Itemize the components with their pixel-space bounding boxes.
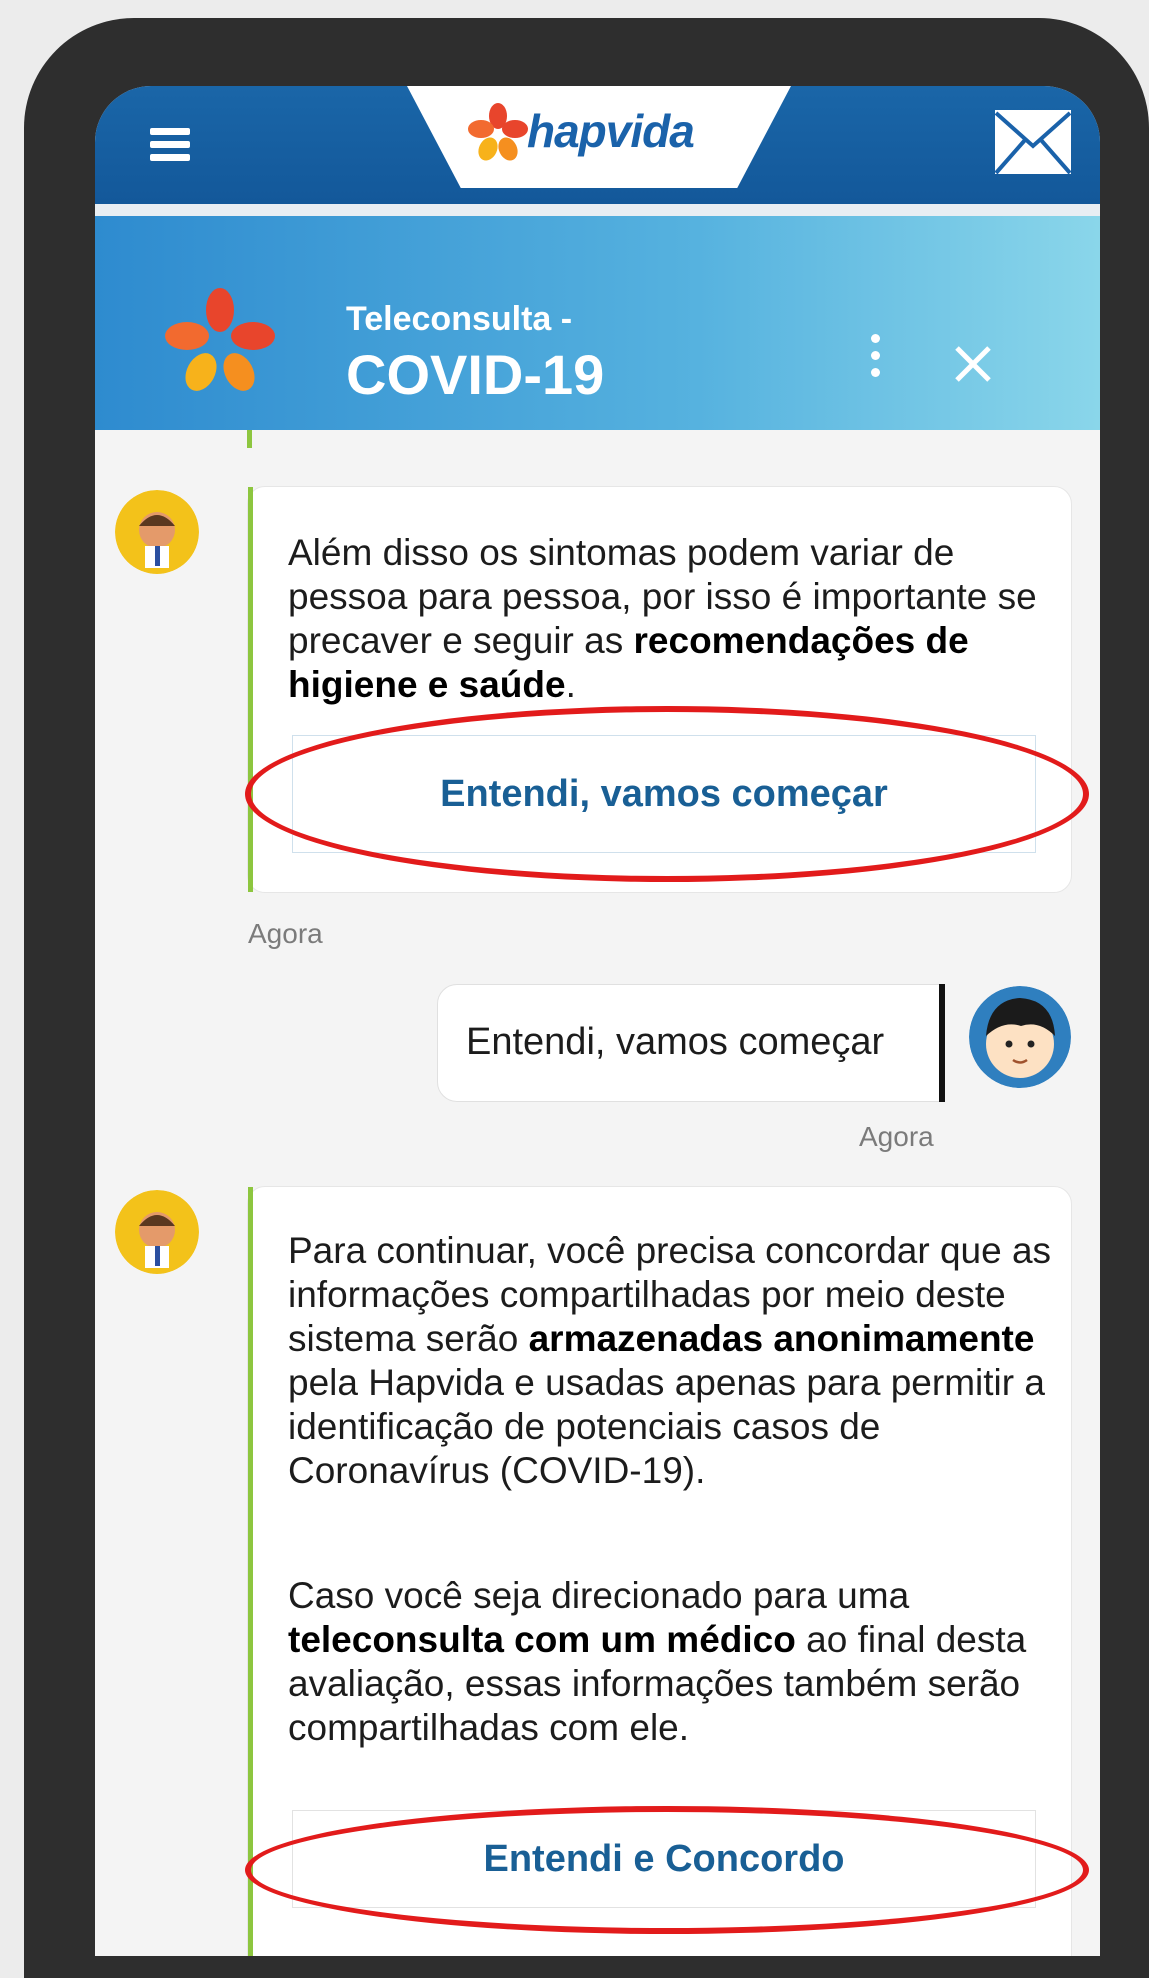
- bot-message-accent: [248, 487, 253, 892]
- close-icon[interactable]: [945, 336, 1001, 392]
- user-message-bubble: Entendi, vamos começar: [437, 984, 941, 1102]
- bot-message-paragraph: Caso você seja direcionado para uma tele…: [288, 1575, 1027, 1748]
- chat-header: Teleconsulta - COVID-19: [95, 216, 1100, 430]
- user-message-accent: [939, 984, 945, 1102]
- menu-icon[interactable]: [150, 128, 190, 162]
- user-avatar: [969, 986, 1071, 1088]
- hapvida-flower-icon: [165, 288, 275, 391]
- app-screen: hapvida Teleconsulta - COVID-19 Além dis…: [95, 86, 1100, 1956]
- bot-message-text: Além disso os sintomas podem variar de p…: [288, 532, 1037, 705]
- message-timestamp: Agora: [859, 1121, 934, 1152]
- mail-icon[interactable]: [993, 108, 1073, 176]
- user-message-text: Entendi, vamos começar: [466, 1021, 885, 1063]
- chat-title: COVID-19: [346, 343, 605, 406]
- chat-subtitle: Teleconsulta -: [346, 300, 573, 338]
- appbar-divider: [95, 204, 1100, 216]
- bot-avatar: [115, 1190, 199, 1274]
- bot-message-paragraph: Para continuar, você precisa concordar q…: [288, 1230, 1052, 1491]
- message-timestamp: Agora: [248, 918, 323, 949]
- brand-logo-text: hapvida: [527, 105, 695, 157]
- kebab-icon[interactable]: [865, 334, 885, 394]
- understood-agree-button[interactable]: Entendi e Concordo: [292, 1810, 1036, 1908]
- bot-avatar: [115, 490, 199, 574]
- bot-message-accent: [247, 430, 252, 448]
- hapvida-flower-icon: [468, 103, 528, 161]
- understood-start-button[interactable]: Entendi, vamos começar: [292, 735, 1036, 853]
- bot-message-accent: [248, 1187, 253, 1956]
